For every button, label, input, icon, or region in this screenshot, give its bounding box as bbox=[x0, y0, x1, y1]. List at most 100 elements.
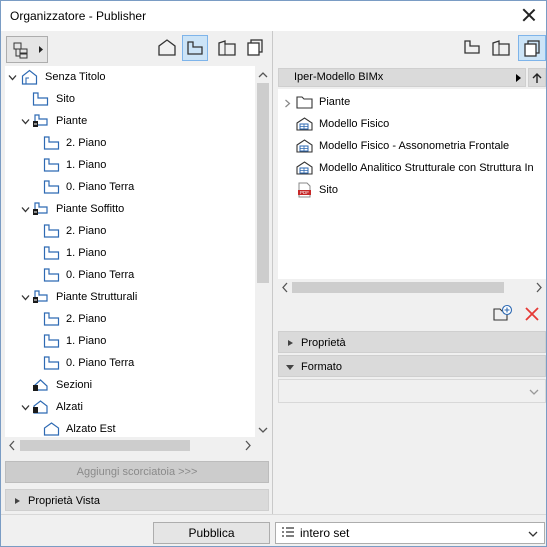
publisher-item[interactable]: Modello Fisico bbox=[278, 113, 546, 135]
right-publisher-sets-button[interactable] bbox=[518, 35, 546, 61]
properties-section[interactable]: Proprietà bbox=[278, 331, 546, 353]
tree-item-label: Sezioni bbox=[56, 379, 93, 391]
tree-item[interactable]: Piante bbox=[5, 110, 255, 132]
scroll-right-icon[interactable] bbox=[534, 279, 544, 296]
drawing-icon bbox=[218, 40, 236, 56]
story-icon bbox=[43, 245, 60, 261]
publish-button[interactable]: Pubblica bbox=[153, 522, 270, 544]
expand-arrow-icon bbox=[288, 340, 293, 346]
story-icon bbox=[43, 223, 60, 239]
tree-item-label: Senza Titolo bbox=[45, 71, 106, 83]
tree-item[interactable]: Alzato Est bbox=[5, 418, 255, 437]
tree-item-label: 1. Piano bbox=[66, 159, 107, 171]
publisher-item-label: Sito bbox=[319, 184, 338, 196]
publisher-horizontal-scrollbar[interactable] bbox=[278, 279, 546, 296]
layout-book-button[interactable] bbox=[182, 35, 208, 61]
story-icon bbox=[43, 355, 60, 371]
scroll-thumb[interactable] bbox=[257, 83, 269, 283]
scroll-left-icon[interactable] bbox=[280, 279, 290, 296]
tree-item-label: 2. Piano bbox=[66, 313, 107, 325]
tree-item-label: 0. Piano Terra bbox=[66, 269, 135, 281]
format-section[interactable]: Formato bbox=[278, 355, 546, 377]
chevron-down-icon[interactable] bbox=[8, 74, 17, 81]
svg-text:PDF: PDF bbox=[300, 190, 309, 195]
scroll-thumb[interactable] bbox=[292, 282, 504, 293]
tree-item-label: 0. Piano Terra bbox=[66, 357, 135, 369]
expand-arrow-icon bbox=[15, 498, 20, 504]
pane-divider[interactable] bbox=[272, 31, 273, 514]
add-shortcut-button[interactable]: Aggiungi scorciatoia >>> bbox=[5, 461, 269, 483]
publisher-item[interactable]: Modello Analitico Strutturale con Strutt… bbox=[278, 157, 546, 179]
format-select[interactable] bbox=[278, 379, 546, 403]
delete-icon[interactable] bbox=[523, 305, 541, 323]
right-view-map-button[interactable] bbox=[460, 35, 486, 61]
story-icon bbox=[43, 157, 60, 173]
tree-item[interactable]: 0. Piano Terra bbox=[5, 352, 255, 374]
layout-icon bbox=[187, 41, 203, 55]
tree-item[interactable]: Piante Soffitto bbox=[5, 198, 255, 220]
properties-label: Proprietà bbox=[301, 337, 346, 349]
tree-item[interactable]: 2. Piano bbox=[5, 220, 255, 242]
model-3d-icon bbox=[296, 160, 313, 176]
tree-horizontal-scrollbar[interactable] bbox=[5, 437, 255, 454]
chevron-right-icon[interactable] bbox=[284, 99, 291, 108]
scroll-up-icon[interactable] bbox=[255, 70, 271, 80]
folder-tree-dropdown-button[interactable] bbox=[6, 36, 48, 63]
tree-item[interactable]: 0. Piano Terra bbox=[5, 264, 255, 286]
pdf-icon: PDF bbox=[296, 182, 313, 198]
tree-item[interactable]: Senza Titolo bbox=[5, 66, 255, 88]
project-tree[interactable]: Senza Titolo Sito Piante 2. Piano 1. Piano 0.… bbox=[5, 66, 255, 437]
go-up-button[interactable] bbox=[528, 68, 546, 87]
tree-item[interactable]: Sito bbox=[5, 88, 255, 110]
story-icon bbox=[43, 179, 60, 195]
view-map-button[interactable] bbox=[154, 35, 180, 61]
publisher-items-list[interactable]: Piante Modello Fisico Modello Fisico - Ass… bbox=[278, 89, 546, 279]
tree-vertical-scrollbar[interactable] bbox=[255, 66, 271, 437]
project-icon bbox=[21, 69, 38, 85]
view-properties-section[interactable]: Proprietà Vista bbox=[5, 489, 269, 511]
tree-item[interactable]: 0. Piano Terra bbox=[5, 176, 255, 198]
story-icon bbox=[43, 267, 60, 283]
publisher-item[interactable]: Piante bbox=[278, 91, 546, 113]
sets-icon bbox=[247, 39, 263, 56]
tree-item[interactable]: 2. Piano bbox=[5, 132, 255, 154]
right-panel-empty-area bbox=[278, 405, 546, 514]
tree-item-label: Alzati bbox=[56, 401, 83, 413]
tree-item[interactable]: 1. Piano bbox=[5, 242, 255, 264]
up-arrow-icon bbox=[532, 73, 542, 83]
new-folder-icon[interactable] bbox=[492, 303, 514, 323]
tree-item[interactable]: Piante Strutturali bbox=[5, 286, 255, 308]
publisher-sets-button[interactable] bbox=[242, 35, 268, 61]
title-bar: Organizzatore - Publisher bbox=[1, 1, 546, 31]
drawing-button[interactable] bbox=[214, 35, 240, 61]
publisher-item-label: Piante bbox=[319, 96, 351, 108]
tree-item-label: Alzato Est bbox=[66, 423, 116, 435]
elevation-icon bbox=[43, 421, 60, 437]
scroll-right-icon[interactable] bbox=[243, 437, 253, 454]
right-drawing-button[interactable] bbox=[488, 35, 514, 61]
tree-item-label: 2. Piano bbox=[66, 225, 107, 237]
publisher-item-label: Modello Analitico Strutturale con Strutt… bbox=[319, 162, 534, 174]
tree-item[interactable]: Sezioni bbox=[5, 374, 255, 396]
tree-item[interactable]: 1. Piano bbox=[5, 330, 255, 352]
publisher-set-name: Iper-Modello BIMx bbox=[294, 71, 384, 83]
scroll-thumb[interactable] bbox=[20, 440, 190, 451]
scroll-down-icon[interactable] bbox=[255, 425, 271, 435]
chevron-down-icon[interactable] bbox=[21, 118, 30, 125]
set-scope-value: intero set bbox=[300, 526, 350, 540]
scroll-left-icon[interactable] bbox=[7, 437, 17, 454]
publisher-item[interactable]: Modello Fisico - Assonometria Frontale bbox=[278, 135, 546, 157]
elevations-icon bbox=[32, 399, 49, 415]
tree-item[interactable]: 1. Piano bbox=[5, 154, 255, 176]
chevron-down-icon[interactable] bbox=[21, 404, 30, 411]
close-icon[interactable] bbox=[521, 7, 537, 23]
window-title: Organizzatore - Publisher bbox=[10, 9, 147, 23]
publisher-set-combo[interactable]: Iper-Modello BIMx bbox=[278, 68, 526, 87]
chevron-down-icon[interactable] bbox=[21, 294, 30, 301]
tree-item-label: 0. Piano Terra bbox=[66, 181, 135, 193]
set-scope-select[interactable]: intero set bbox=[275, 522, 545, 544]
tree-item[interactable]: 2. Piano bbox=[5, 308, 255, 330]
tree-item[interactable]: Alzati bbox=[5, 396, 255, 418]
publisher-item[interactable]: PDF Sito bbox=[278, 179, 546, 201]
chevron-down-icon[interactable] bbox=[21, 206, 30, 213]
